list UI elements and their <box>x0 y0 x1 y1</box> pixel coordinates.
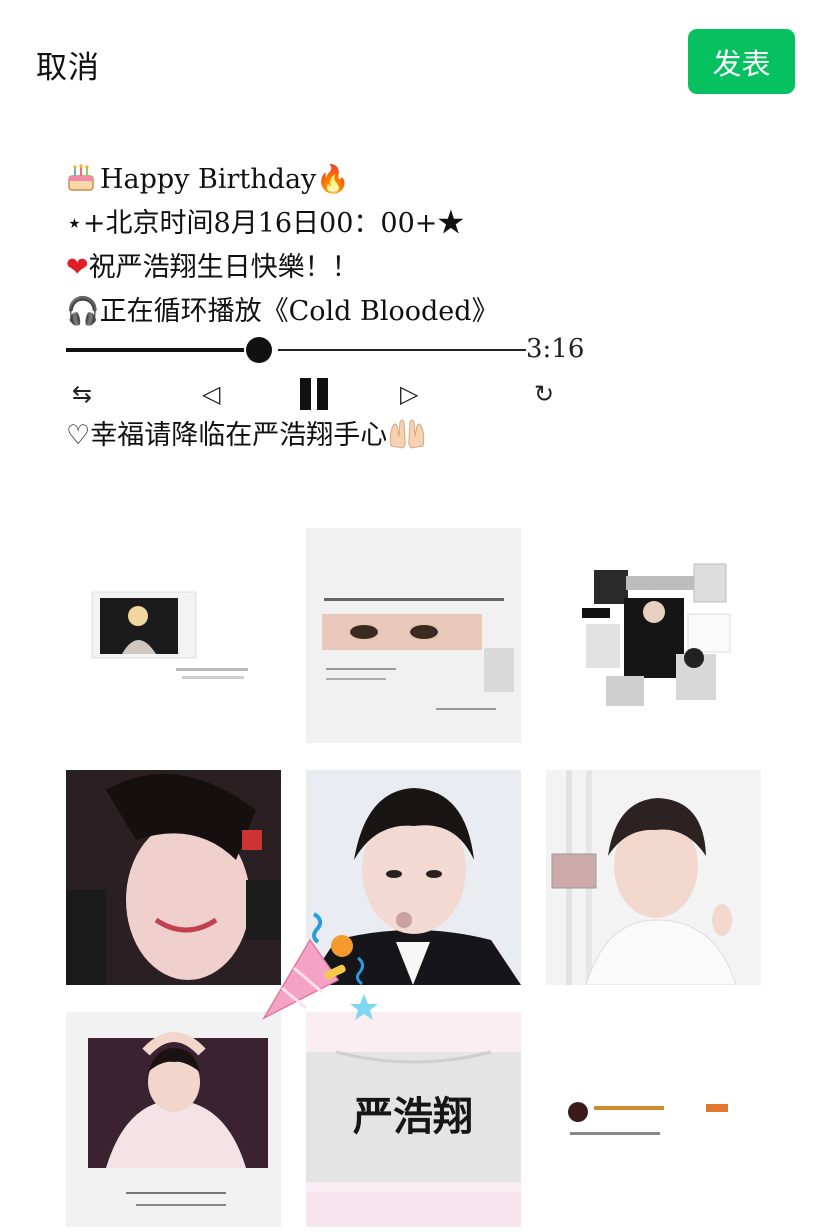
track-time: 3:16 <box>526 334 585 364</box>
cancel-button[interactable]: 取消 <box>36 42 100 87</box>
player-controls: ⇆ ◁ ▷ ↻ <box>66 376 566 416</box>
photo-2-art <box>306 528 521 743</box>
next-icon: ▷ <box>400 380 419 408</box>
post-line-2: ⋆+北京时间8月16日00：00+★ <box>66 208 465 239</box>
shuffle-icon: ⇆ <box>72 380 93 408</box>
photo-8-art: 严浩翔 <box>306 1012 521 1227</box>
fire-icon: 🔥 <box>316 164 350 195</box>
heart-icon: ❤ <box>66 252 89 283</box>
post-line-1: Happy Birthday🔥 <box>66 158 666 202</box>
post-text[interactable]: Happy Birthday🔥 ⋆+北京时间8月16日00：00+★ ❤祝严浩翔… <box>66 158 666 334</box>
photo-6[interactable] <box>546 770 761 985</box>
photo-2[interactable] <box>306 528 521 743</box>
photo-7[interactable] <box>66 1012 281 1227</box>
photo-4[interactable] <box>66 770 281 985</box>
previous-icon: ◁ <box>202 380 221 408</box>
repeat-icon: ↻ <box>534 380 555 408</box>
pause-icon <box>300 378 330 410</box>
photo-4-art <box>66 770 281 985</box>
post-line-3: ❤祝严浩翔生日快樂！！ <box>66 246 666 290</box>
photo-7-art <box>66 1012 281 1227</box>
photo-3-art <box>582 563 731 706</box>
photo-3[interactable] <box>546 528 761 743</box>
progress-played <box>66 348 244 352</box>
music-progress-bar: 3:16 <box>66 334 586 368</box>
photo-9[interactable] <box>546 1012 761 1227</box>
headphones-icon: 🎧 <box>66 296 100 327</box>
photo-8-caption: 严浩翔 <box>353 1094 473 1140</box>
progress-remaining <box>278 349 526 351</box>
party-popper-sticker <box>262 912 378 1020</box>
publish-button[interactable]: 发表 <box>688 29 795 94</box>
post-line-6: ♡幸福请降临在严浩翔手心 <box>66 414 666 458</box>
birthday-text: Happy Birthday <box>100 164 317 195</box>
wish-text: 祝严浩翔生日快樂！！ <box>88 252 359 283</box>
photo-8[interactable]: 严浩翔 <box>306 1012 521 1227</box>
post-text-continued: ♡幸福请降临在严浩翔手心 <box>66 414 666 458</box>
photo-9-art <box>568 1102 728 1135</box>
progress-knob <box>246 337 272 363</box>
photo-1[interactable] <box>66 528 281 743</box>
now-playing-text: 正在循环播放《Cold Blooded》 <box>99 296 499 327</box>
top-bar: 取消 发表 <box>0 0 828 120</box>
cake-icon <box>68 164 94 191</box>
post-line-4: 🎧正在循环播放《Cold Blooded》 <box>66 290 666 334</box>
blessing-text: ♡幸福请降临在严浩翔手心 <box>66 420 388 451</box>
palms-up-icon <box>390 419 425 449</box>
photo-1-art <box>91 591 248 679</box>
photo-6-art <box>546 770 761 985</box>
